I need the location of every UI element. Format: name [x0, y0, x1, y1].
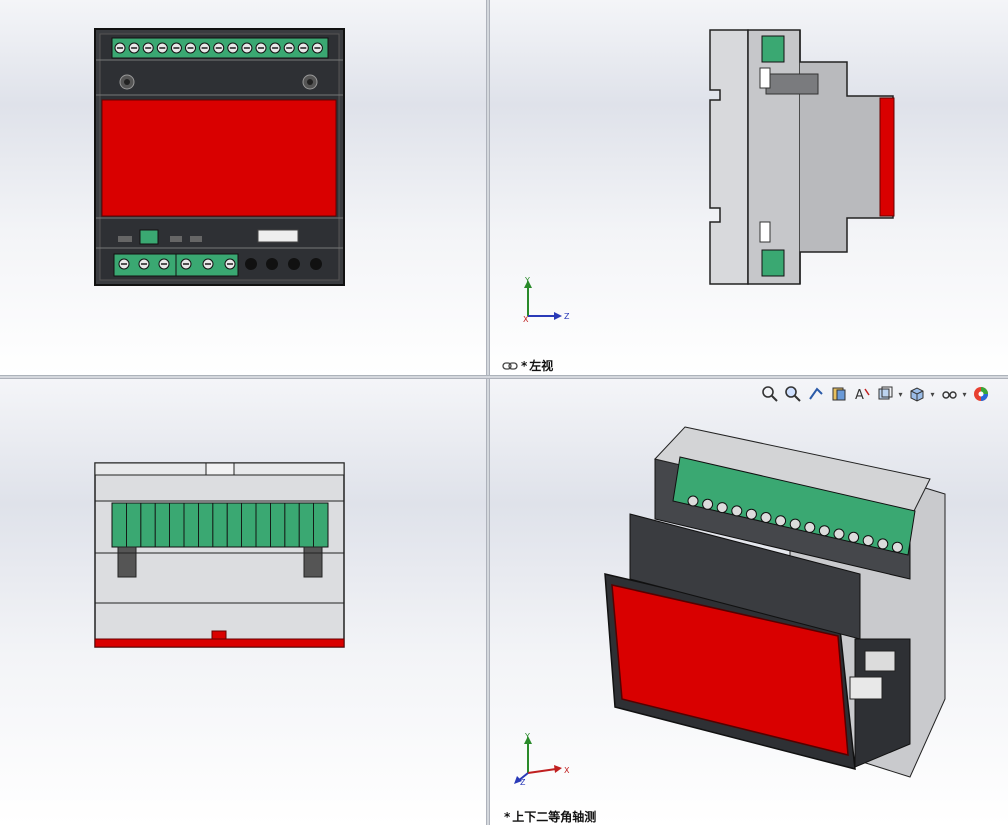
left-red-panel — [879, 97, 895, 217]
triad-z-label: Z — [564, 312, 570, 321]
terminal-screw — [716, 502, 728, 514]
triad-z-label: Z — [520, 778, 526, 787]
terminal-screw — [891, 541, 903, 553]
terminal-screw — [731, 505, 743, 517]
triad-left-view: Y Z X — [523, 276, 570, 324]
viewport-iso[interactable]: A ▾ ▾ ▾ Y X Z * 上下二等角轴测 — [490, 379, 1008, 825]
top-view-drawing — [94, 462, 345, 648]
triad-x-label: X — [564, 766, 570, 775]
link-icon — [502, 360, 518, 374]
view-label-left-text: 左视 — [529, 359, 554, 373]
front-red-panel — [101, 99, 337, 217]
terminal-screw — [848, 531, 860, 543]
triad-iso-view: Y X Z — [514, 732, 570, 787]
terminal-screw — [775, 515, 787, 527]
view-label-iso: * 上下二等角轴测 — [504, 810, 597, 824]
terminal-screw — [877, 538, 889, 550]
terminal-screw — [745, 508, 757, 520]
front-view-drawing — [94, 28, 345, 286]
terminal-screw — [818, 525, 830, 537]
front-top-terminal-block — [111, 37, 329, 59]
terminal-screw — [862, 535, 874, 547]
viewport-splitter-horizontal[interactable] — [0, 375, 1008, 379]
front-bottom-terminal-block — [113, 253, 239, 277]
viewport-left[interactable]: Y Z X * 左视 — [490, 0, 1008, 375]
viewport-splitter-vertical[interactable] — [486, 0, 490, 825]
triad-y-label: Y — [524, 732, 530, 741]
triad-x-label: X — [523, 315, 529, 324]
terminal-screw — [687, 495, 699, 507]
top-red-panel — [94, 638, 345, 648]
terminal-screw — [789, 518, 801, 530]
terminal-screw — [760, 512, 772, 523]
view-label-iso-text: 上下二等角轴测 — [512, 810, 597, 824]
terminal-screw — [833, 528, 845, 540]
terminal-screw — [804, 521, 816, 533]
viewport-top[interactable] — [0, 379, 486, 825]
triad-y-label: Y — [524, 276, 530, 285]
view-label-left: * 左视 — [502, 357, 553, 374]
top-view-terminal-block — [111, 502, 329, 548]
terminal-screw — [702, 498, 714, 510]
viewport-front[interactable] — [0, 0, 486, 375]
